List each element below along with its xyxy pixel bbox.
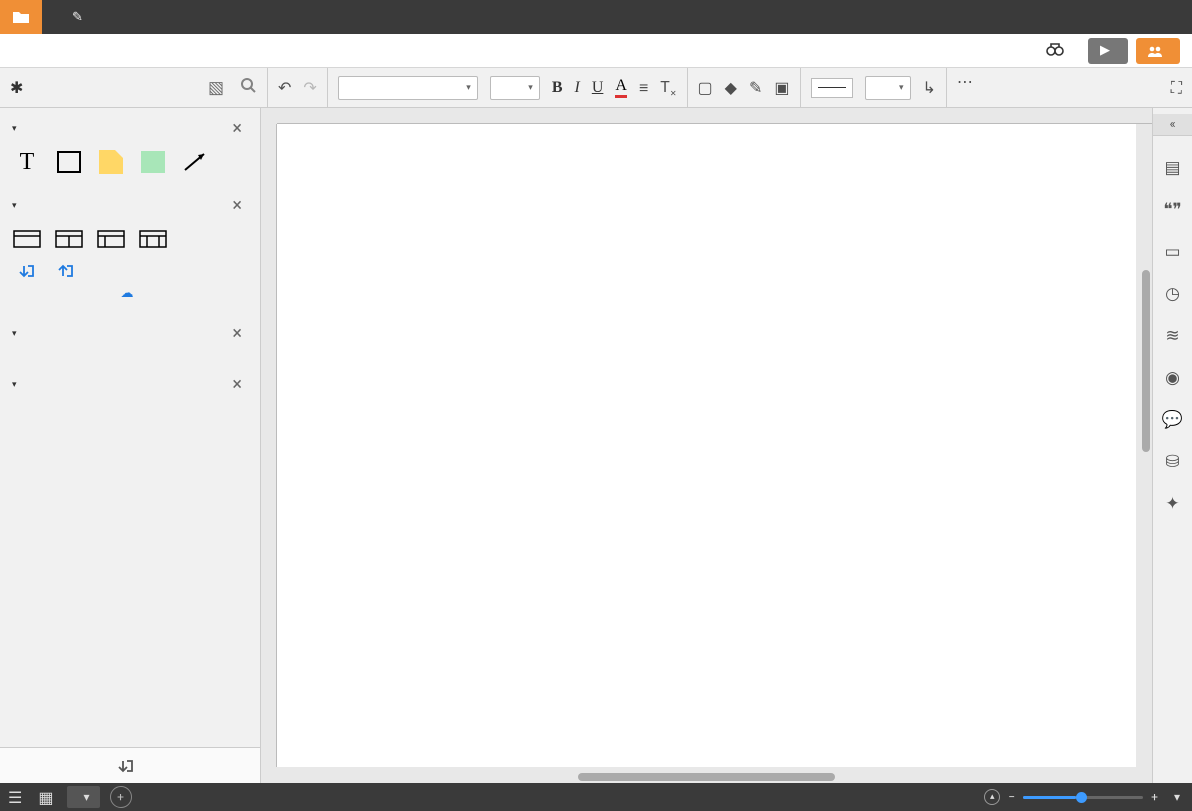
sidebar: ▾× T ▾× ☁ ▾× ▾× [0,108,261,783]
note-shape[interactable] [96,149,126,175]
v-scrollbar[interactable] [1140,124,1152,529]
rect-shape[interactable] [54,149,84,175]
chat-panel-icon[interactable]: 💬 [1162,410,1183,430]
italic-icon[interactable]: I [574,79,579,97]
gear-icon[interactable]: ✱ [10,78,23,97]
shape-tool-icon[interactable]: ▢ [698,78,713,97]
ruler-vertical [261,124,277,767]
titlebar: ✎ [0,0,1192,34]
grid-view-icon[interactable]: ▦ [30,788,61,807]
page-tab[interactable]: ▾ [67,786,99,808]
line-width-select[interactable] [865,76,911,100]
bold-icon[interactable]: B [552,79,563,97]
history-panel-icon[interactable]: ◷ [1165,284,1180,304]
shapes-panel-header: ✱ ▧ [0,68,268,108]
toolbar: ✱ ▧ ↶ ↷ B I U A ≡ T✕ ▢ ◆ ✎ ▣ ↳ ⋯ ⛶ [0,68,1192,108]
statusbar: ☰ ▦ ▾ + ▴ − + ▾ [0,783,1192,811]
underline-icon[interactable]: U [592,79,604,97]
binoculars-icon [1046,42,1064,60]
panel-standard[interactable]: ▾× [0,108,254,145]
magic-panel-icon[interactable]: ✦ [1165,494,1179,514]
target-icon[interactable]: ▴ [984,789,1000,805]
close-icon[interactable]: × [232,118,242,139]
font-size-select[interactable] [490,76,540,100]
text-color-icon[interactable]: A [615,77,627,98]
redo-icon[interactable]: ↷ [303,78,316,97]
fill-icon[interactable]: ◆ [725,78,737,97]
edit-title-icon[interactable]: ✎ [72,10,83,25]
layers-panel-icon[interactable]: ≋ [1165,326,1179,346]
outline-icon[interactable]: ☰ [0,788,30,807]
font-select[interactable] [338,76,478,100]
zoom-slider[interactable] [1023,796,1143,799]
ruler-horizontal [277,108,1152,124]
image-icon[interactable]: ▧ [208,78,224,98]
block-shape[interactable] [138,149,168,175]
feature-find[interactable] [1036,42,1080,60]
folder-icon[interactable] [0,0,42,34]
h-scrollbar[interactable] [277,771,1136,783]
panel-er[interactable]: ▾× [0,185,254,222]
right-rail: « ▤ ❝❞ ▭ ◷ ≋ ◉ 💬 ⛁ ✦ [1152,108,1192,783]
close-icon[interactable]: × [232,374,242,395]
er-shape-1[interactable] [12,226,42,252]
share-button[interactable] [1136,38,1180,64]
data-panel-icon[interactable]: ⛁ [1165,452,1179,472]
paint-panel-icon[interactable]: ◉ [1165,368,1180,388]
close-icon[interactable]: × [232,195,242,216]
export-link[interactable] [57,264,78,278]
sidebar-scroll[interactable]: ▾× T ▾× ☁ ▾× ▾× [0,108,260,747]
salesforce-import-link[interactable]: ☁ [0,286,254,313]
panel-containers[interactable]: ▾× [0,364,254,401]
import-data-button[interactable] [0,747,260,783]
present-panel-icon[interactable]: ▭ [1164,242,1180,262]
add-page-button[interactable]: + [110,786,132,808]
canvas[interactable] [277,124,1136,767]
page-panel-icon[interactable]: ▤ [1164,158,1180,178]
close-icon[interactable]: × [232,323,242,344]
more-icon[interactable]: ⋯ [957,72,973,91]
menubar: ▶ [0,34,1192,68]
search-icon[interactable] [240,77,257,99]
collapse-rail-icon[interactable]: « [1153,114,1192,136]
er-shape-3[interactable] [96,226,126,252]
arrow-shape[interactable] [180,149,210,175]
panel-flowchart[interactable]: ▾× [0,313,254,350]
shadow-icon[interactable]: ▣ [774,78,789,97]
er-shape-4[interactable] [138,226,168,252]
present-button[interactable]: ▶ [1088,38,1128,64]
import-link[interactable] [18,264,39,278]
text-shape[interactable]: T [12,149,42,175]
comment-panel-icon[interactable]: ❝❞ [1163,200,1181,220]
border-icon[interactable]: ✎ [749,78,762,97]
fullscreen-icon[interactable]: ⛶ [1171,78,1182,98]
undo-icon[interactable]: ↶ [278,78,291,97]
line-style-select[interactable] [811,78,853,98]
main-area: ▾× T ▾× ☁ ▾× ▾× [0,108,1192,783]
align-icon[interactable]: ≡ [639,78,648,98]
zoom-in-icon[interactable]: + [1151,790,1158,804]
line-tool-icon[interactable]: ↳ [923,78,936,97]
er-shape-2[interactable] [54,226,84,252]
canvas-wrap [261,108,1152,783]
zoom-out-icon[interactable]: − [1008,790,1015,804]
clear-format-icon[interactable]: T✕ [660,77,676,98]
